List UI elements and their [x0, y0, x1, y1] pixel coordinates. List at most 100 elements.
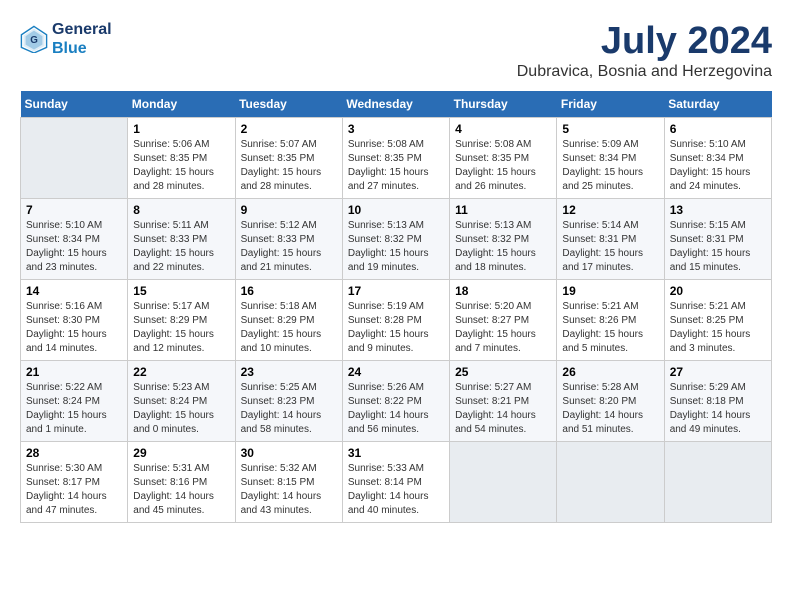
- calendar-cell: 17 Sunrise: 5:19 AM Sunset: 8:28 PM Dayli…: [342, 280, 449, 361]
- day-number: 18: [455, 284, 551, 298]
- day-number: 1: [133, 122, 229, 136]
- day-number: 19: [562, 284, 658, 298]
- logo-text: General Blue: [52, 20, 112, 58]
- day-number: 11: [455, 203, 551, 217]
- calendar-cell: [557, 442, 664, 523]
- day-info: Sunrise: 5:10 AM Sunset: 8:34 PM Dayligh…: [26, 219, 122, 275]
- calendar-cell: 1 Sunrise: 5:06 AM Sunset: 8:35 PM Daylig…: [128, 118, 235, 199]
- day-info: Sunrise: 5:13 AM Sunset: 8:32 PM Dayligh…: [348, 219, 444, 275]
- calendar-cell: [21, 118, 128, 199]
- calendar-cell: 12 Sunrise: 5:14 AM Sunset: 8:31 PM Dayli…: [557, 199, 664, 280]
- calendar-cell: 31 Sunrise: 5:33 AM Sunset: 8:14 PM Dayli…: [342, 442, 449, 523]
- weekday-header-row: SundayMondayTuesdayWednesdayThursdayFrid…: [21, 91, 772, 118]
- weekday-header-sunday: Sunday: [21, 91, 128, 118]
- day-number: 27: [670, 365, 766, 379]
- week-row-5: 28Sunrise: 5:30 AM Sunset: 8:17 PM Dayli…: [21, 442, 772, 523]
- calendar-cell: 21Sunrise: 5:22 AM Sunset: 8:24 PM Dayli…: [21, 361, 128, 442]
- day-number: 16: [241, 284, 337, 298]
- day-number: 26: [562, 365, 658, 379]
- weekday-header-wednesday: Wednesday: [342, 91, 449, 118]
- day-number: 14: [26, 284, 122, 298]
- day-number: 20: [670, 284, 766, 298]
- day-info: Sunrise: 5:08 AM Sunset: 8:35 PM Dayligh…: [348, 138, 444, 194]
- calendar-cell: 22 Sunrise: 5:23 AM Sunset: 8:24 PM Dayli…: [128, 361, 235, 442]
- day-info: Sunrise: 5:17 AM Sunset: 8:29 PM Dayligh…: [133, 300, 229, 356]
- day-info: Sunrise: 5:15 AM Sunset: 8:31 PM Dayligh…: [670, 219, 766, 275]
- day-number: 4: [455, 122, 551, 136]
- day-info: Sunrise: 5:25 AM Sunset: 8:23 PM Dayligh…: [241, 381, 337, 437]
- calendar-cell: 23Sunrise: 5:25 AM Sunset: 8:23 PM Dayli…: [235, 361, 342, 442]
- day-info: Sunrise: 5:23 AM Sunset: 8:24 PM Dayligh…: [133, 381, 229, 437]
- calendar-cell: 3 Sunrise: 5:08 AM Sunset: 8:35 PM Daylig…: [342, 118, 449, 199]
- day-info: Sunrise: 5:33 AM Sunset: 8:14 PM Dayligh…: [348, 462, 444, 518]
- title-area: July 2024 Dubravica, Bosnia and Herzegov…: [517, 20, 772, 81]
- calendar-cell: 20 Sunrise: 5:21 AM Sunset: 8:25 PM Dayli…: [664, 280, 771, 361]
- day-number: 24: [348, 365, 444, 379]
- day-info: Sunrise: 5:09 AM Sunset: 8:34 PM Dayligh…: [562, 138, 658, 194]
- day-number: 25: [455, 365, 551, 379]
- day-number: 13: [670, 203, 766, 217]
- weekday-header-monday: Monday: [128, 91, 235, 118]
- calendar-cell: 30 Sunrise: 5:32 AM Sunset: 8:15 PM Dayli…: [235, 442, 342, 523]
- week-row-4: 21Sunrise: 5:22 AM Sunset: 8:24 PM Dayli…: [21, 361, 772, 442]
- day-number: 3: [348, 122, 444, 136]
- calendar-cell: 15 Sunrise: 5:17 AM Sunset: 8:29 PM Dayli…: [128, 280, 235, 361]
- svg-text:G: G: [30, 35, 38, 46]
- day-number: 28: [26, 446, 122, 460]
- day-info: Sunrise: 5:08 AM Sunset: 8:35 PM Dayligh…: [455, 138, 551, 194]
- calendar-cell: 26Sunrise: 5:28 AM Sunset: 8:20 PM Dayli…: [557, 361, 664, 442]
- day-info: Sunrise: 5:26 AM Sunset: 8:22 PM Dayligh…: [348, 381, 444, 437]
- calendar-cell: 24 Sunrise: 5:26 AM Sunset: 8:22 PM Dayli…: [342, 361, 449, 442]
- day-info: Sunrise: 5:18 AM Sunset: 8:29 PM Dayligh…: [241, 300, 337, 356]
- day-info: Sunrise: 5:10 AM Sunset: 8:34 PM Dayligh…: [670, 138, 766, 194]
- day-number: 9: [241, 203, 337, 217]
- weekday-header-saturday: Saturday: [664, 91, 771, 118]
- calendar-table: SundayMondayTuesdayWednesdayThursdayFrid…: [20, 91, 772, 523]
- logo-icon: G: [20, 25, 48, 53]
- calendar-cell: 27 Sunrise: 5:29 AM Sunset: 8:18 PM Dayli…: [664, 361, 771, 442]
- day-info: Sunrise: 5:19 AM Sunset: 8:28 PM Dayligh…: [348, 300, 444, 356]
- month-title: July 2024: [517, 20, 772, 63]
- day-number: 12: [562, 203, 658, 217]
- calendar-cell: 28Sunrise: 5:30 AM Sunset: 8:17 PM Dayli…: [21, 442, 128, 523]
- calendar-cell: 5 Sunrise: 5:09 AM Sunset: 8:34 PM Daylig…: [557, 118, 664, 199]
- day-info: Sunrise: 5:29 AM Sunset: 8:18 PM Dayligh…: [670, 381, 766, 437]
- day-info: Sunrise: 5:13 AM Sunset: 8:32 PM Dayligh…: [455, 219, 551, 275]
- day-number: 6: [670, 122, 766, 136]
- day-number: 30: [241, 446, 337, 460]
- week-row-1: 1 Sunrise: 5:06 AM Sunset: 8:35 PM Daylig…: [21, 118, 772, 199]
- calendar-cell: 19 Sunrise: 5:21 AM Sunset: 8:26 PM Dayli…: [557, 280, 664, 361]
- weekday-header-tuesday: Tuesday: [235, 91, 342, 118]
- weekday-header-thursday: Thursday: [450, 91, 557, 118]
- day-info: Sunrise: 5:11 AM Sunset: 8:33 PM Dayligh…: [133, 219, 229, 275]
- day-number: 22: [133, 365, 229, 379]
- calendar-cell: 7 Sunrise: 5:10 AM Sunset: 8:34 PM Daylig…: [21, 199, 128, 280]
- calendar-cell: [664, 442, 771, 523]
- calendar-cell: 16 Sunrise: 5:18 AM Sunset: 8:29 PM Dayli…: [235, 280, 342, 361]
- day-number: 21: [26, 365, 122, 379]
- location-title: Dubravica, Bosnia and Herzegovina: [517, 63, 772, 81]
- day-info: Sunrise: 5:20 AM Sunset: 8:27 PM Dayligh…: [455, 300, 551, 356]
- calendar-cell: 9Sunrise: 5:12 AM Sunset: 8:33 PM Daylig…: [235, 199, 342, 280]
- day-info: Sunrise: 5:14 AM Sunset: 8:31 PM Dayligh…: [562, 219, 658, 275]
- day-info: Sunrise: 5:32 AM Sunset: 8:15 PM Dayligh…: [241, 462, 337, 518]
- day-info: Sunrise: 5:21 AM Sunset: 8:26 PM Dayligh…: [562, 300, 658, 356]
- calendar-cell: 18 Sunrise: 5:20 AM Sunset: 8:27 PM Dayli…: [450, 280, 557, 361]
- calendar-cell: 6 Sunrise: 5:10 AM Sunset: 8:34 PM Daylig…: [664, 118, 771, 199]
- calendar-cell: 13 Sunrise: 5:15 AM Sunset: 8:31 PM Dayli…: [664, 199, 771, 280]
- calendar-cell: 25Sunrise: 5:27 AM Sunset: 8:21 PM Dayli…: [450, 361, 557, 442]
- day-info: Sunrise: 5:21 AM Sunset: 8:25 PM Dayligh…: [670, 300, 766, 356]
- calendar-cell: 11 Sunrise: 5:13 AM Sunset: 8:32 PM Dayli…: [450, 199, 557, 280]
- day-info: Sunrise: 5:06 AM Sunset: 8:35 PM Dayligh…: [133, 138, 229, 194]
- day-number: 8: [133, 203, 229, 217]
- day-number: 15: [133, 284, 229, 298]
- calendar-cell: [450, 442, 557, 523]
- day-number: 31: [348, 446, 444, 460]
- day-info: Sunrise: 5:16 AM Sunset: 8:30 PM Dayligh…: [26, 300, 122, 356]
- calendar-cell: 29Sunrise: 5:31 AM Sunset: 8:16 PM Dayli…: [128, 442, 235, 523]
- calendar-cell: 10Sunrise: 5:13 AM Sunset: 8:32 PM Dayli…: [342, 199, 449, 280]
- day-number: 17: [348, 284, 444, 298]
- header: G General Blue July 2024 Dubravica, Bosn…: [20, 20, 772, 81]
- day-number: 5: [562, 122, 658, 136]
- day-number: 7: [26, 203, 122, 217]
